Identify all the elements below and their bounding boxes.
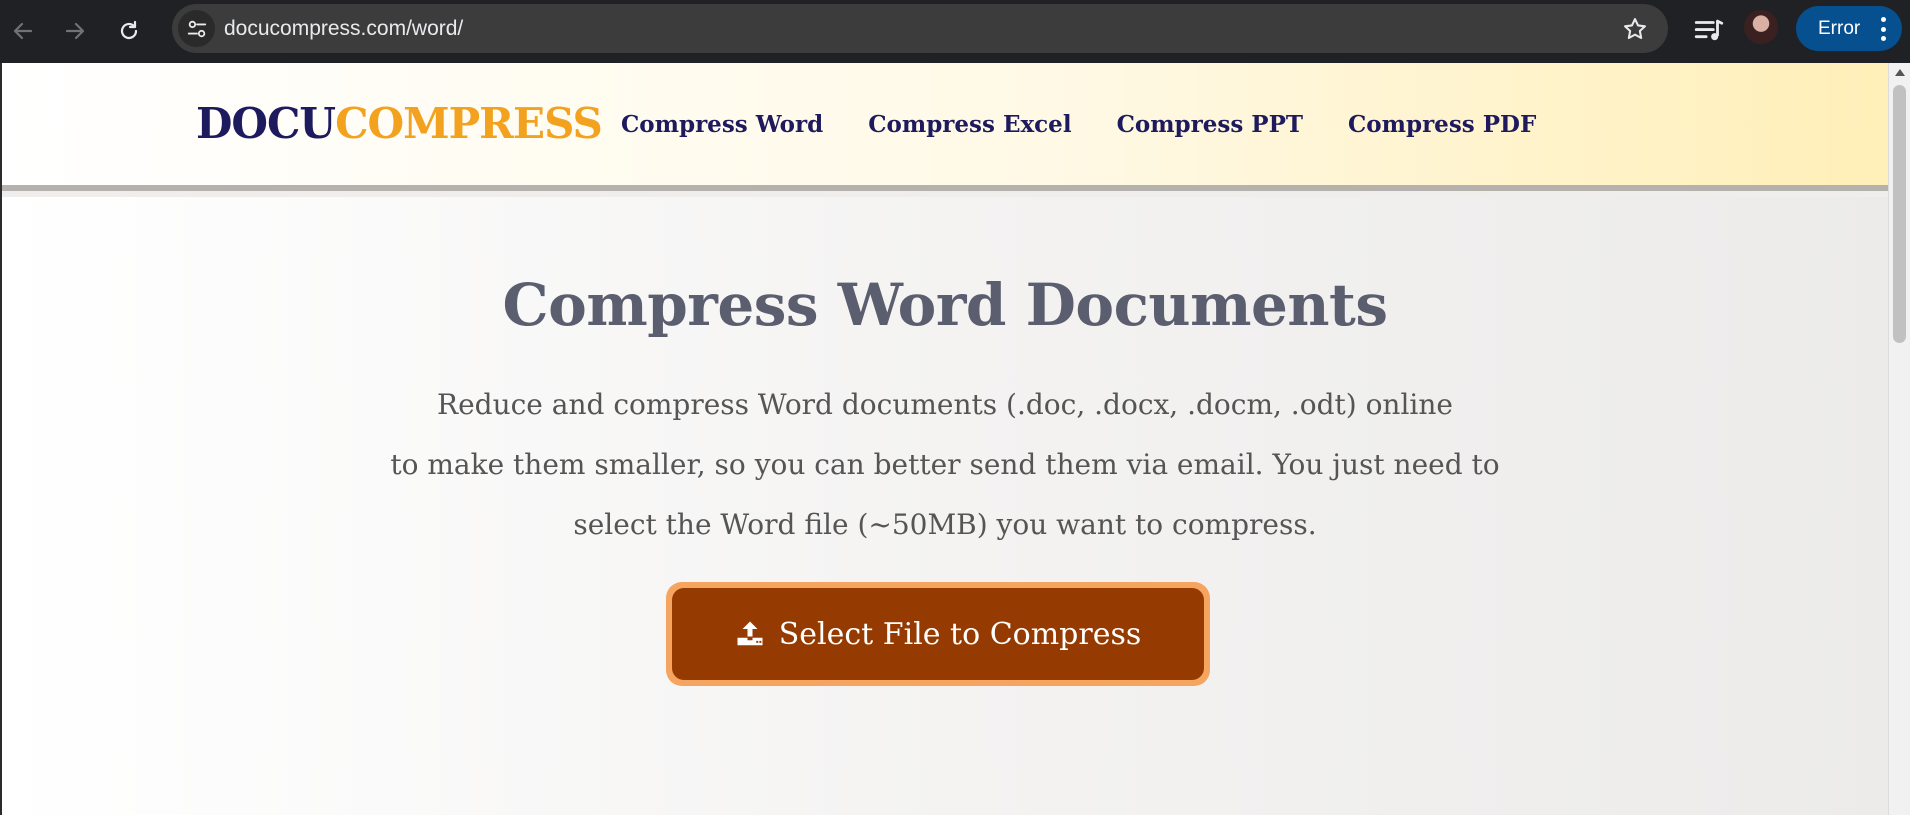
forward-button[interactable] <box>54 10 96 52</box>
scrollbar-thumb[interactable] <box>1893 85 1906 343</box>
site-settings-icon <box>187 20 206 37</box>
hero-description: Reduce and compress Word documents (.doc… <box>342 375 1548 555</box>
bookmark-star-icon[interactable] <box>1622 16 1648 42</box>
page-scrollbar[interactable] <box>1888 63 1910 815</box>
select-file-button[interactable]: Select File to Compress <box>672 588 1204 680</box>
description-line-2: to make them smaller, so you can better … <box>390 448 1500 481</box>
page-title: Compress Word Documents <box>502 271 1388 339</box>
main-nav: Compress Word Compress Excel Compress PP… <box>621 111 1536 138</box>
reload-icon <box>120 20 138 40</box>
description-line-1: Reduce and compress Word documents (.doc… <box>437 388 1453 421</box>
site-logo[interactable]: DOCUCOMPRESS <box>196 99 603 148</box>
kebab-menu-icon[interactable] <box>1880 17 1886 41</box>
back-arrow-icon <box>13 22 33 40</box>
page-viewport: DOCUCOMPRESS Compress Word Compress Exce… <box>2 63 1888 815</box>
select-file-button-frame: Select File to Compress <box>666 582 1210 686</box>
url-text[interactable]: docucompress.com/word/ <box>224 17 463 41</box>
address-bar[interactable]: docucompress.com/word/ <box>172 4 1668 53</box>
logo-part-compress: COMPRESS <box>335 99 603 148</box>
back-button[interactable] <box>2 10 44 52</box>
nav-compress-excel[interactable]: Compress Excel <box>868 111 1071 138</box>
profile-error-label: Error <box>1818 17 1861 39</box>
logo-part-docu: DOCU <box>196 99 336 148</box>
site-header: DOCUCOMPRESS Compress Word Compress Exce… <box>2 63 1888 191</box>
select-file-button-label: Select File to Compress <box>778 616 1142 652</box>
upload-icon <box>737 621 763 646</box>
scroll-up-arrow-icon[interactable] <box>1895 69 1905 76</box>
forward-arrow-icon <box>65 22 85 40</box>
hero-section: Compress Word Documents Reduce and compr… <box>2 197 1888 815</box>
description-line-3: select the Word file (~50MB) you want to… <box>573 508 1317 541</box>
profile-avatar[interactable] <box>1744 10 1778 44</box>
nav-compress-ppt[interactable]: Compress PPT <box>1117 111 1303 138</box>
site-settings-button[interactable] <box>178 10 215 47</box>
nav-compress-word[interactable]: Compress Word <box>621 111 823 138</box>
browser-toolbar: docucompress.com/word/ Error <box>0 0 1910 63</box>
nav-compress-pdf[interactable]: Compress PDF <box>1348 111 1536 138</box>
media-control-icon[interactable] <box>1692 14 1726 48</box>
reload-button[interactable] <box>108 10 150 52</box>
profile-error-button[interactable]: Error <box>1796 6 1902 51</box>
